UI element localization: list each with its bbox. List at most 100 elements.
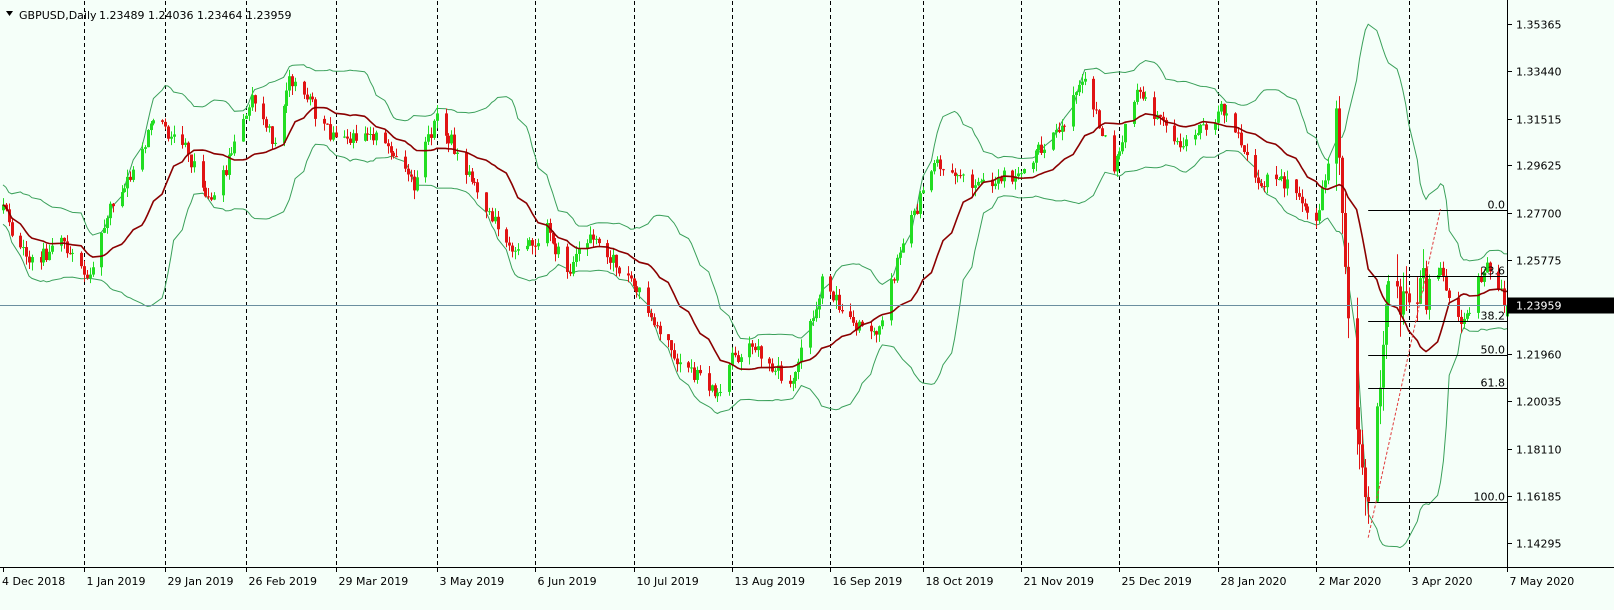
bear-candle [737, 355, 740, 362]
header: GBPUSD,Daily 1.23489 1.24036 1.23464 1.2… [6, 9, 291, 22]
bear-candle [404, 156, 407, 169]
price-tick-label: 1.20035 [1516, 396, 1562, 409]
bear-candle [1338, 108, 1341, 158]
bull-candle [251, 95, 254, 108]
bear-candle [63, 237, 66, 242]
time-tick-label: 26 Feb 2019 [249, 575, 317, 588]
bear-candle [476, 182, 479, 193]
bull-candle [193, 161, 196, 168]
bull-candle [809, 320, 812, 348]
bull-candle [1286, 179, 1289, 189]
bear-candle [335, 132, 338, 138]
fib-level-label: 50.0 [1481, 344, 1506, 357]
bull-candle [60, 237, 63, 246]
bull-candle [922, 190, 925, 194]
bear-candle [1425, 268, 1428, 310]
bull-candle [1199, 124, 1202, 134]
bear-candle [413, 176, 416, 191]
bull-candle [719, 391, 722, 393]
bull-candle [936, 159, 939, 164]
bull-candle [1055, 129, 1058, 133]
bear-candle [190, 154, 193, 168]
bear-candle [129, 176, 132, 180]
bear-candle [1058, 129, 1061, 132]
bear-candle [656, 325, 659, 327]
bull-candle [1043, 149, 1046, 153]
bull-candle [890, 279, 893, 321]
bull-candle [962, 174, 965, 176]
bear-candle [1063, 125, 1066, 127]
chart-window[interactable]: 0.0 23.6 38.2 50.0 61.8 100.0 GBPUSD,Daily 1.… [0, 0, 1614, 606]
time-tick-label: 29 Mar 2019 [339, 575, 409, 588]
price-tick-label: 1.18110 [1516, 444, 1562, 457]
candlestick-chart[interactable]: 0.0 23.6 38.2 50.0 61.8 100.0 GBPUSD,Daily 1.… [0, 0, 1614, 606]
bear-candle [768, 358, 771, 364]
price-tick-label: 1.31515 [1516, 114, 1562, 127]
bull-candle [1052, 132, 1055, 150]
bear-candle [1364, 467, 1367, 498]
bear-candle [1260, 183, 1263, 187]
bear-candle [485, 192, 488, 212]
bull-candle [352, 133, 355, 143]
bull-candle [230, 153, 233, 155]
bear-candle [708, 373, 711, 391]
bear-candle [491, 211, 494, 222]
current-price-marker: 1.23959 [1508, 297, 1614, 314]
bull-candle [173, 134, 176, 137]
fib-level-label: 38.2 [1481, 310, 1506, 323]
bull-candle [1078, 84, 1081, 93]
bull-candle [1194, 134, 1197, 140]
bull-candle [748, 343, 751, 358]
price-tick-label: 1.21960 [1516, 349, 1562, 362]
bear-candle [789, 380, 792, 384]
bear-candle [650, 312, 653, 318]
bull-candle [711, 385, 714, 391]
bear-candle [1295, 179, 1298, 194]
time-tick-label: 16 Sep 2019 [833, 575, 903, 588]
bull-candle [1280, 176, 1283, 179]
bull-candle [913, 210, 916, 216]
time-tick-label: 28 Jan 2020 [1221, 575, 1287, 588]
bear-candle [627, 273, 630, 276]
bear-candle [1301, 196, 1304, 204]
bear-candle [254, 95, 257, 104]
bear-candle [271, 126, 274, 144]
bear-candle [497, 216, 500, 230]
bull-candle [528, 240, 531, 246]
bear-candle [346, 136, 349, 139]
bear-candle [852, 317, 855, 323]
bull-candle [1072, 95, 1075, 127]
bear-candle [531, 240, 534, 246]
price-tick-label: 1.16185 [1516, 491, 1562, 504]
bull-candle [1075, 92, 1078, 96]
bull-candle [22, 247, 25, 249]
bear-candle [566, 246, 569, 273]
bear-candle [754, 346, 757, 351]
bull-candle [1081, 81, 1084, 85]
bear-candle [387, 143, 390, 147]
bear-candle [430, 134, 433, 138]
bear-candle [875, 331, 878, 335]
bull-candle [1402, 291, 1405, 315]
fib-level-label: 0.0 [1488, 199, 1506, 212]
bear-candle [1304, 203, 1307, 207]
bear-candle [11, 222, 14, 236]
bear-candle [164, 121, 167, 127]
time-tick-label: 1 Jan 2019 [87, 575, 146, 588]
bull-candle [170, 136, 173, 139]
bear-candle [939, 159, 942, 170]
time-tick-label: 18 Oct 2019 [926, 575, 994, 588]
bull-candle [933, 163, 936, 172]
bull-candle [427, 134, 430, 142]
bull-candle [1020, 173, 1023, 175]
bull-candle [288, 76, 291, 91]
bull-candle [514, 250, 517, 252]
bear-candle [951, 170, 954, 173]
bull-candle [1278, 178, 1281, 180]
bull-candle [794, 371, 797, 381]
bear-candle [28, 256, 31, 263]
bear-candle [210, 197, 213, 200]
bull-candle [1335, 108, 1338, 164]
bear-candle [225, 170, 228, 175]
bear-candle [630, 275, 633, 279]
